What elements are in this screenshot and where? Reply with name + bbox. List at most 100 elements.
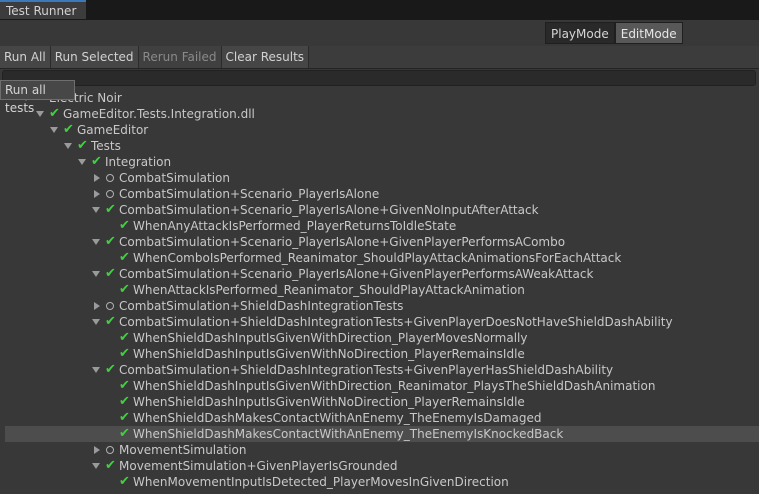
rerun-failed-button[interactable]: Rerun Failed (138, 46, 222, 68)
toolbar: Run All Run Selected Rerun Failed Clear … (0, 46, 759, 69)
passed-check-icon: ✔ (105, 266, 116, 281)
tab-test-runner[interactable]: Test Runner (0, 0, 86, 19)
tree-item-label: CombatSimulation+ShieldDashIntegrationTe… (119, 299, 404, 313)
test-group-row[interactable]: ✔ CombatSimulation+ShieldDashIntegrationT… (0, 362, 759, 378)
tree-item-label: GameEditor (77, 123, 149, 137)
tree-item-label: WhenShieldDashInputIsGivenWithDirection_… (133, 379, 656, 393)
expand-arrow-icon[interactable] (36, 111, 44, 117)
tree-item-label: CombatSimulation+Scenario_PlayerIsAlone (119, 187, 380, 201)
not-run-circle-icon (106, 302, 114, 310)
passed-check-icon: ✔ (119, 250, 130, 265)
passed-check-icon: ✔ (105, 362, 116, 377)
passed-check-icon: ✔ (105, 202, 116, 217)
passed-check-icon: ✔ (119, 426, 130, 441)
tree-item-label: WhenShieldDashInputIsGivenWithNoDirectio… (133, 395, 525, 409)
expand-arrow-icon[interactable] (92, 319, 100, 325)
test-case-row[interactable]: ✔ WhenShieldDashInputIsGivenWithNoDirecti… (0, 346, 759, 362)
search-row (0, 69, 759, 88)
collapse-arrow-icon[interactable] (94, 174, 100, 182)
test-group-row[interactable]: ✔Electric Noir (0, 90, 759, 106)
mode-toggle-group: PlayMode EditMode (545, 22, 683, 44)
test-group-row[interactable]: ✔ CombatSimulation+Scenario_PlayerIsAlone… (0, 266, 759, 282)
test-group-row[interactable]: ✔ GameEditor.Tests.Integration.dll (0, 106, 759, 122)
tree-item-label: WhenShieldDashMakesContactWithAnEnemy_Th… (133, 411, 542, 425)
not-run-circle-icon (106, 446, 114, 454)
editmode-button[interactable]: EditMode (614, 22, 683, 44)
test-case-row[interactable]: ✔ WhenShieldDashInputIsGivenWithDirection… (0, 378, 759, 394)
test-case-row[interactable]: ✔ WhenAnyAttackIsPerformed_PlayerReturnsT… (0, 218, 759, 234)
not-run-circle-icon (106, 174, 114, 182)
tree-item-label: MovementSimulation (119, 443, 247, 457)
collapse-arrow-icon[interactable] (94, 302, 100, 310)
passed-check-icon: ✔ (77, 138, 88, 153)
collapse-arrow-icon[interactable] (94, 190, 100, 198)
expand-arrow-icon[interactable] (50, 127, 58, 133)
test-case-row[interactable]: ✔ WhenShieldDashMakesContactWithAnEnemy_T… (0, 426, 759, 442)
mode-bar: PlayMode EditMode (0, 20, 759, 46)
passed-check-icon: ✔ (119, 330, 130, 345)
tree-item-label: WhenShieldDashInputIsGivenWithDirection_… (133, 331, 528, 345)
expand-arrow-icon[interactable] (92, 271, 100, 277)
test-case-row[interactable]: ✔ WhenShieldDashInputIsGivenWithDirection… (0, 330, 759, 346)
expand-arrow-icon[interactable] (92, 239, 100, 245)
passed-check-icon: ✔ (105, 234, 116, 249)
passed-check-icon: ✔ (119, 282, 130, 297)
tree-item-label: WhenComboIsPerformed_Reanimator_ShouldPl… (133, 251, 622, 265)
expand-arrow-icon[interactable] (92, 367, 100, 373)
passed-check-icon: ✔ (91, 154, 102, 169)
passed-check-icon: ✔ (119, 394, 130, 409)
clear-results-button[interactable]: Clear Results (221, 46, 310, 68)
expand-arrow-icon[interactable] (92, 207, 100, 213)
tree-item-label: CombatSimulation+ShieldDashIntegrationTe… (119, 363, 614, 377)
test-group-row[interactable]: MovementSimulation (0, 442, 759, 458)
test-case-row[interactable]: ✔ WhenComboIsPerformed_Reanimator_ShouldP… (0, 250, 759, 266)
test-case-row[interactable]: ✔ WhenShieldDashInputIsGivenWithNoDirecti… (0, 394, 759, 410)
test-group-row[interactable]: ✔ CombatSimulation+Scenario_PlayerIsAlone… (0, 202, 759, 218)
passed-check-icon: ✔ (119, 378, 130, 393)
tree-item-label: WhenAttackIsPerformed_Reanimator_ShouldP… (133, 283, 525, 297)
tree-item-label: MovementSimulation+GivenPlayerIsGrounded (119, 459, 398, 473)
passed-check-icon: ✔ (105, 458, 116, 473)
search-input[interactable] (2, 70, 756, 86)
expand-arrow-icon[interactable] (92, 463, 100, 469)
passed-check-icon: ✔ (49, 106, 60, 121)
tree-item-label: CombatSimulation+Scenario_PlayerIsAlone+… (119, 203, 539, 217)
passed-check-icon: ✔ (119, 474, 130, 489)
tree-item-label: CombatSimulation+Scenario_PlayerIsAlone+… (119, 235, 566, 249)
tab-bar: Test Runner (0, 0, 759, 20)
test-case-row[interactable]: ✔ WhenAttackIsPerformed_Reanimator_Should… (0, 282, 759, 298)
test-group-row[interactable]: CombatSimulation+ShieldDashIntegrationTe… (0, 298, 759, 314)
test-group-row[interactable]: ✔ MovementSimulation+GivenPlayerIsGrounde… (0, 458, 759, 474)
tooltip: Run all tests (0, 80, 75, 115)
tree-item-label: WhenMovementInputIsDetected_PlayerMovesI… (133, 475, 509, 489)
playmode-button[interactable]: PlayMode (545, 22, 615, 44)
test-group-row[interactable]: ✔ CombatSimulation+Scenario_PlayerIsAlone… (0, 234, 759, 250)
passed-check-icon: ✔ (105, 314, 116, 329)
run-selected-button[interactable]: Run Selected (50, 46, 139, 68)
test-group-row[interactable]: CombatSimulation (0, 170, 759, 186)
test-case-row[interactable]: ✔ WhenMovementInputIsDetected_PlayerMoves… (0, 474, 759, 490)
tree-item-label: WhenShieldDashInputIsGivenWithNoDirectio… (133, 347, 525, 361)
tree-item-label: CombatSimulation+Scenario_PlayerIsAlone+… (119, 267, 594, 281)
test-group-row[interactable]: ✔ CombatSimulation+ShieldDashIntegrationT… (0, 314, 759, 330)
tree-item-label: WhenShieldDashMakesContactWithAnEnemy_Th… (133, 427, 564, 441)
tree-item-label: GameEditor.Tests.Integration.dll (63, 107, 255, 121)
tree-item-label: Integration (105, 155, 172, 169)
expand-arrow-icon[interactable] (78, 159, 86, 165)
tree-item-label: CombatSimulation+ShieldDashIntegrationTe… (119, 315, 673, 329)
not-run-circle-icon (106, 190, 114, 198)
test-group-row[interactable]: ✔ Tests (0, 138, 759, 154)
passed-check-icon: ✔ (119, 346, 130, 361)
tree-item-label: CombatSimulation (119, 171, 231, 185)
test-group-row[interactable]: ✔ Integration (0, 154, 759, 170)
tree-item-label: Tests (91, 139, 121, 153)
expand-arrow-icon[interactable] (64, 143, 72, 149)
test-group-row[interactable]: CombatSimulation+Scenario_PlayerIsAlone (0, 186, 759, 202)
tree-item-label: WhenAnyAttackIsPerformed_PlayerReturnsTo… (133, 219, 457, 233)
run-all-button[interactable]: Run All (0, 46, 51, 68)
collapse-arrow-icon[interactable] (94, 446, 100, 454)
test-group-row[interactable]: ✔ GameEditor (0, 122, 759, 138)
passed-check-icon: ✔ (119, 410, 130, 425)
test-case-row[interactable]: ✔ WhenShieldDashMakesContactWithAnEnemy_T… (0, 410, 759, 426)
passed-check-icon: ✔ (63, 122, 74, 137)
